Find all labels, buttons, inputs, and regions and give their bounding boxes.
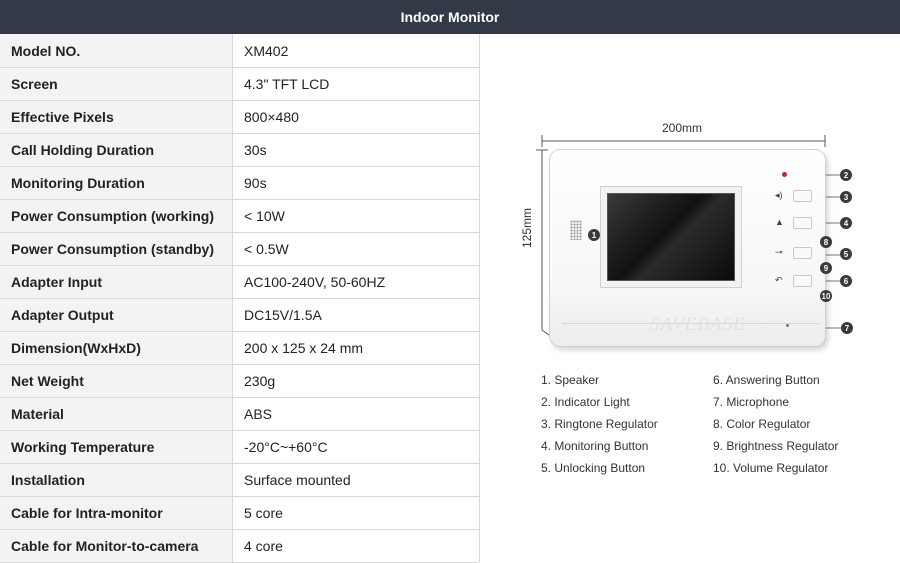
spec-label: Installation — [0, 463, 233, 497]
callout-6: 6 — [840, 275, 852, 287]
height-dimension-label: 125mm — [520, 207, 534, 248]
callout-1: 1 — [588, 229, 600, 241]
spec-row: Power Consumption (standby) < 0.5W — [0, 232, 479, 266]
spec-row: Material ABS — [0, 397, 479, 431]
spec-row: Effective Pixels 800×480 — [0, 100, 479, 134]
spec-label: Adapter Input — [0, 265, 233, 299]
spec-value: 4 core — [232, 529, 479, 563]
spec-row: Monitoring Duration 90s — [0, 166, 479, 200]
spec-label: Monitoring Duration — [0, 166, 233, 200]
spec-value: 230g — [232, 364, 479, 398]
spec-label: Power Consumption (working) — [0, 199, 233, 233]
legend-item: 3. Ringtone Regulator — [541, 417, 658, 431]
callout-4: 4 — [840, 217, 852, 229]
answering-key — [793, 275, 812, 287]
callout-2: 2 — [840, 169, 852, 181]
page-header: Indoor Monitor — [0, 0, 900, 34]
callout-3: 3 — [840, 191, 852, 203]
spec-row: Net Weight 230g — [0, 364, 479, 398]
spec-value: 200 x 125 x 24 mm — [232, 331, 479, 365]
spec-label: Screen — [0, 67, 233, 101]
spec-value: Surface mounted — [232, 463, 479, 497]
spec-label: Adapter Output — [0, 298, 233, 332]
spec-label: Model NO. — [0, 34, 233, 68]
monitoring-key — [793, 217, 812, 229]
legend-item: 2. Indicator Light — [541, 395, 630, 409]
legend-item: 10. Volume Regulator — [713, 461, 829, 475]
spec-value: AC100-240V, 50-60HZ — [232, 265, 479, 299]
spec-value: 4.3" TFT LCD — [232, 67, 479, 101]
callout-10: 10 — [820, 290, 832, 302]
legend-right-column: 6. Answering Button 7. Microphone 8. Col… — [713, 369, 838, 479]
spec-row: Call Holding Duration 30s — [0, 133, 479, 167]
microphone-hole — [786, 324, 789, 327]
spec-row: Installation Surface mounted — [0, 463, 479, 497]
callout-7: 7 — [841, 322, 853, 334]
legend-item: 6. Answering Button — [713, 373, 820, 387]
monitor-screen — [607, 193, 735, 281]
spec-row: Adapter Output DC15V/1.5A — [0, 298, 479, 332]
speaker-grille — [570, 220, 582, 240]
spec-row: Model NO. XM402 — [0, 34, 479, 68]
spec-label: Cable for Intra-monitor — [0, 496, 233, 530]
handset-icon: ↶ — [775, 275, 783, 285]
device-diagram-panel: 200mm 125mm 24mm ◂) ▲ ⊸ ↶ SAVEBASE 1 2 3… — [480, 34, 900, 562]
ringtone-key — [793, 190, 812, 202]
spec-label: Cable for Monitor-to-camera — [0, 529, 233, 563]
spec-label: Material — [0, 397, 233, 431]
person-icon: ▲ — [775, 217, 784, 227]
page-title: Indoor Monitor — [400, 9, 500, 25]
brand-watermark: SAVEBASE — [650, 314, 746, 335]
width-dimension-label: 200mm — [662, 121, 703, 135]
legend-item: 7. Microphone — [713, 395, 790, 409]
legend-item: 8. Color Regulator — [713, 417, 811, 431]
spec-label: Dimension(WxHxD) — [0, 331, 233, 365]
spec-label: Power Consumption (standby) — [0, 232, 233, 266]
spec-label: Net Weight — [0, 364, 233, 398]
legend-item: 4. Monitoring Button — [541, 439, 649, 453]
spec-value: 30s — [232, 133, 479, 167]
legend-item: 1. Speaker — [541, 373, 600, 387]
unlocking-key — [793, 247, 812, 259]
spec-row: Screen 4.3" TFT LCD — [0, 67, 479, 101]
spec-row: Adapter Input AC100-240V, 50-60HZ — [0, 265, 479, 299]
spec-row: Working Temperature -20°C~+60°C — [0, 430, 479, 464]
legend-item: 5. Unlocking Button — [541, 461, 646, 475]
legend-left-column: 1. Speaker 2. Indicator Light 3. Rington… — [541, 369, 658, 479]
spec-value: < 0.5W — [232, 232, 479, 266]
spec-value: XM402 — [232, 34, 479, 68]
spec-value: ABS — [232, 397, 479, 431]
indoor-monitor-device: ◂) ▲ ⊸ ↶ SAVEBASE — [550, 150, 825, 346]
spec-row: Power Consumption (working) < 10W — [0, 199, 479, 233]
callout-8: 8 — [820, 236, 832, 248]
indicator-light — [782, 172, 787, 177]
callout-5: 5 — [840, 248, 852, 260]
spec-value: 90s — [232, 166, 479, 200]
spec-value: DC15V/1.5A — [232, 298, 479, 332]
spec-row: Cable for Intra-monitor 5 core — [0, 496, 479, 530]
spec-label: Call Holding Duration — [0, 133, 233, 167]
spec-value: < 10W — [232, 199, 479, 233]
legend-item: 9. Brightness Regulator — [713, 439, 839, 453]
spec-label: Working Temperature — [0, 430, 233, 464]
callout-9: 9 — [820, 262, 832, 274]
spec-value: 800×480 — [232, 100, 479, 134]
spec-row: Dimension(WxHxD) 200 x 125 x 24 mm — [0, 331, 479, 365]
spec-table: Model NO. XM402 Screen 4.3" TFT LCD Effectiv… — [0, 34, 479, 563]
speaker-volume-icon: ◂) — [775, 190, 783, 200]
spec-row: Cable for Monitor-to-camera 4 core — [0, 529, 479, 563]
spec-value: 5 core — [232, 496, 479, 530]
spec-value: -20°C~+60°C — [232, 430, 479, 464]
spec-label: Effective Pixels — [0, 100, 233, 134]
key-icon: ⊸ — [775, 247, 783, 257]
